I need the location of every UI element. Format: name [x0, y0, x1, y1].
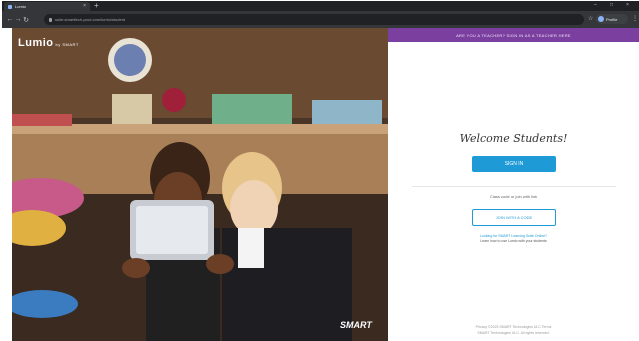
tab-title: Lumio	[15, 4, 26, 9]
logo-suffix: by SMART	[55, 42, 79, 47]
logo-text: Lumio	[18, 37, 54, 49]
profile-label: Profile	[606, 16, 618, 22]
hero-photo: Lumio by SMART SMART	[12, 28, 388, 341]
profile-button[interactable]: Profile	[596, 14, 628, 24]
minimize-button[interactable]: –	[594, 2, 597, 9]
teacher-banner[interactable]: ARE YOU A TEACHER? SIGN IN AS A TEACHER …	[388, 28, 639, 42]
page-content: Lumio by SMART SMART ARE YOU A TEACHER? S…	[2, 28, 639, 341]
avatar	[598, 16, 604, 22]
help-text: Learn how to use Lumio with your student…	[480, 239, 547, 243]
back-icon[interactable]: ←	[6, 16, 14, 23]
browser-window: Lumio × + – □ × ← → ↻ suite.smarttech-pr…	[2, 1, 639, 341]
lock-icon	[49, 17, 52, 22]
join-instructions: Class code or join with link	[489, 194, 538, 199]
footer-copyright: SMART Technologies ULC. All rights reser…	[477, 331, 550, 335]
footer-links[interactable]: Privacy ©2023 SMART Technologies ULC Ter…	[388, 325, 639, 329]
smart-logo: SMART	[340, 320, 372, 330]
teacher-banner-text[interactable]: ARE YOU A TEACHER? SIGN IN AS A TEACHER …	[456, 33, 571, 38]
address-bar[interactable]: suite.smarttech-prod.com/lumio/student	[44, 14, 584, 25]
favicon-icon	[8, 4, 12, 9]
bookmark-star-icon[interactable]: ☆	[588, 15, 593, 22]
new-tab-button[interactable]: +	[94, 2, 99, 10]
forward-icon[interactable]: →	[14, 16, 22, 23]
tab-lumio[interactable]: Lumio ×	[4, 2, 90, 11]
url-text: suite.smarttech-prod.com/lumio/student	[55, 17, 126, 22]
close-tab-icon[interactable]: ×	[83, 4, 86, 9]
lumio-logo: Lumio by SMART	[18, 37, 79, 49]
browser-toolbar: ← → ↻ suite.smarttech-prod.com/lumio/stu…	[2, 11, 639, 28]
tab-strip: Lumio × + – □ ×	[2, 1, 639, 11]
close-window-button[interactable]: ×	[626, 2, 629, 9]
reload-icon[interactable]: ↻	[22, 16, 30, 24]
page-title: Welcome Students!	[459, 132, 568, 145]
children-with-tablet-illustration	[12, 28, 388, 341]
signin-panel: ARE YOU A TEACHER? SIGN IN AS A TEACHER …	[388, 28, 639, 341]
join-with-code-button[interactable]: JOIN WITH A CODE	[472, 209, 556, 226]
help-link[interactable]: Looking for SMART Learning Suite Online?	[388, 234, 639, 238]
divider	[412, 186, 616, 187]
menu-icon[interactable]: ⋮	[632, 15, 638, 22]
maximize-button[interactable]: □	[610, 2, 613, 9]
sign-in-button[interactable]: SIGN IN	[472, 156, 556, 172]
